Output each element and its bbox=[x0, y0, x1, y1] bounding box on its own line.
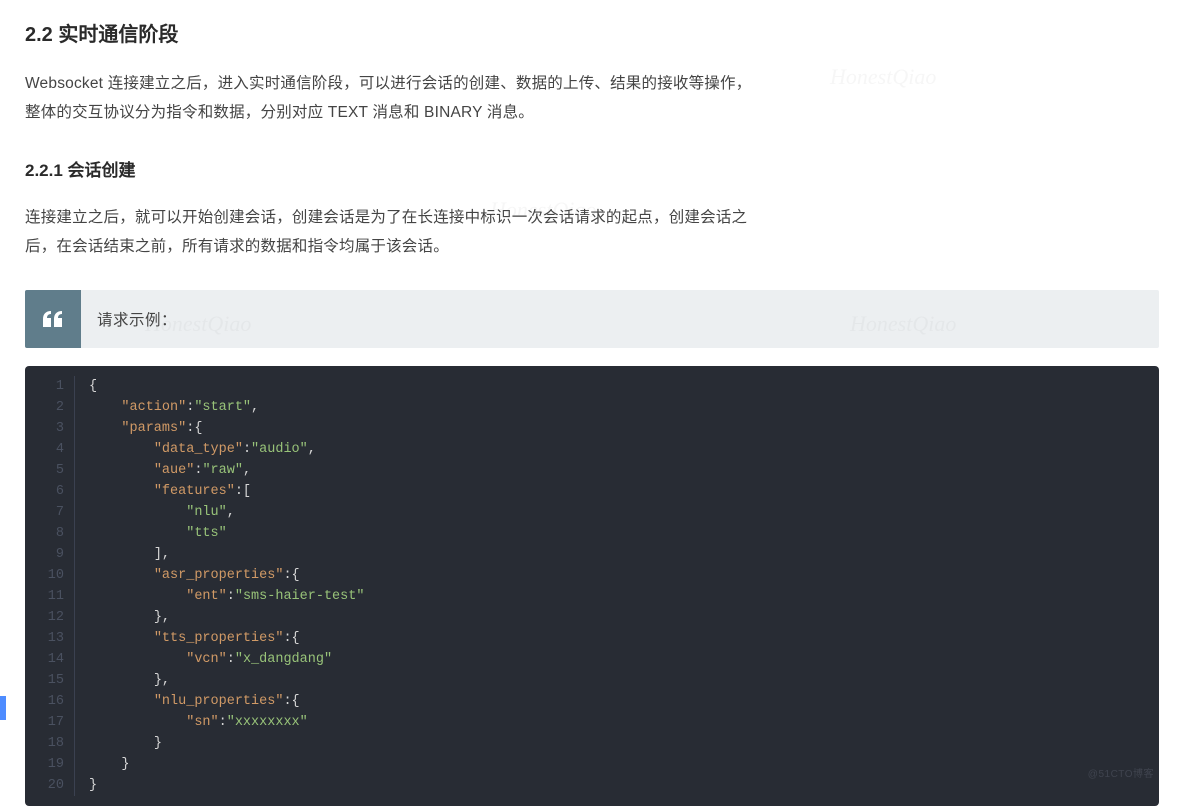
code-line: "aue":"raw", bbox=[89, 460, 364, 481]
heading-2-2-1: 2.2.1 会话创建 bbox=[25, 156, 1159, 181]
footer-watermark: @51CTO博客 bbox=[1088, 765, 1154, 780]
line-number: 13 bbox=[33, 628, 64, 649]
code-line: ], bbox=[89, 544, 364, 565]
left-accent-bar bbox=[0, 696, 6, 720]
line-number: 18 bbox=[33, 733, 64, 754]
line-number: 3 bbox=[33, 418, 64, 439]
paragraph-intro: Websocket 连接建立之后，进入实时通信阶段，可以进行会话的创建、数据的上… bbox=[25, 69, 755, 128]
code-line: "tts" bbox=[89, 523, 364, 544]
line-number: 6 bbox=[33, 481, 64, 502]
code-line: "nlu", bbox=[89, 502, 364, 523]
paragraph-session: 连接建立之后，就可以开始创建会话，创建会话是为了在长连接中标识一次会话请求的起点… bbox=[25, 203, 755, 262]
line-number: 20 bbox=[33, 775, 64, 796]
code-line: }, bbox=[89, 670, 364, 691]
blockquote-label: 请求示例： bbox=[81, 290, 195, 348]
quote-icon bbox=[25, 290, 81, 348]
line-number: 8 bbox=[33, 523, 64, 544]
line-number: 14 bbox=[33, 649, 64, 670]
line-number: 12 bbox=[33, 607, 64, 628]
code-line: "asr_properties":{ bbox=[89, 565, 364, 586]
code-line: "nlu_properties":{ bbox=[89, 691, 364, 712]
line-number: 9 bbox=[33, 544, 64, 565]
code-line: "vcn":"x_dangdang" bbox=[89, 649, 364, 670]
code-line: "sn":"xxxxxxxx" bbox=[89, 712, 364, 733]
code-lines: { "action":"start", "params":{ "data_typ… bbox=[75, 376, 364, 796]
blockquote-request-example: 请求示例： bbox=[25, 290, 1159, 348]
line-number: 11 bbox=[33, 586, 64, 607]
code-block: 1234567891011121314151617181920 { "actio… bbox=[25, 366, 1159, 806]
line-number: 1 bbox=[33, 376, 64, 397]
article-content: 2.2 实时通信阶段 Websocket 连接建立之后，进入实时通信阶段，可以进… bbox=[0, 0, 1184, 806]
code-line: "ent":"sms-haier-test" bbox=[89, 586, 364, 607]
code-line: } bbox=[89, 775, 364, 796]
line-number: 4 bbox=[33, 439, 64, 460]
line-number: 19 bbox=[33, 754, 64, 775]
line-number: 5 bbox=[33, 460, 64, 481]
code-line: { bbox=[89, 376, 364, 397]
code-gutter: 1234567891011121314151617181920 bbox=[25, 376, 75, 796]
code-line: "action":"start", bbox=[89, 397, 364, 418]
code-line: "params":{ bbox=[89, 418, 364, 439]
code-line: }, bbox=[89, 607, 364, 628]
code-line: "data_type":"audio", bbox=[89, 439, 364, 460]
heading-2-2: 2.2 实时通信阶段 bbox=[25, 18, 1159, 47]
code-line: } bbox=[89, 754, 364, 775]
code-line: "tts_properties":{ bbox=[89, 628, 364, 649]
code-line: } bbox=[89, 733, 364, 754]
line-number: 2 bbox=[33, 397, 64, 418]
line-number: 16 bbox=[33, 691, 64, 712]
line-number: 17 bbox=[33, 712, 64, 733]
line-number: 10 bbox=[33, 565, 64, 586]
line-number: 15 bbox=[33, 670, 64, 691]
code-line: "features":[ bbox=[89, 481, 364, 502]
line-number: 7 bbox=[33, 502, 64, 523]
